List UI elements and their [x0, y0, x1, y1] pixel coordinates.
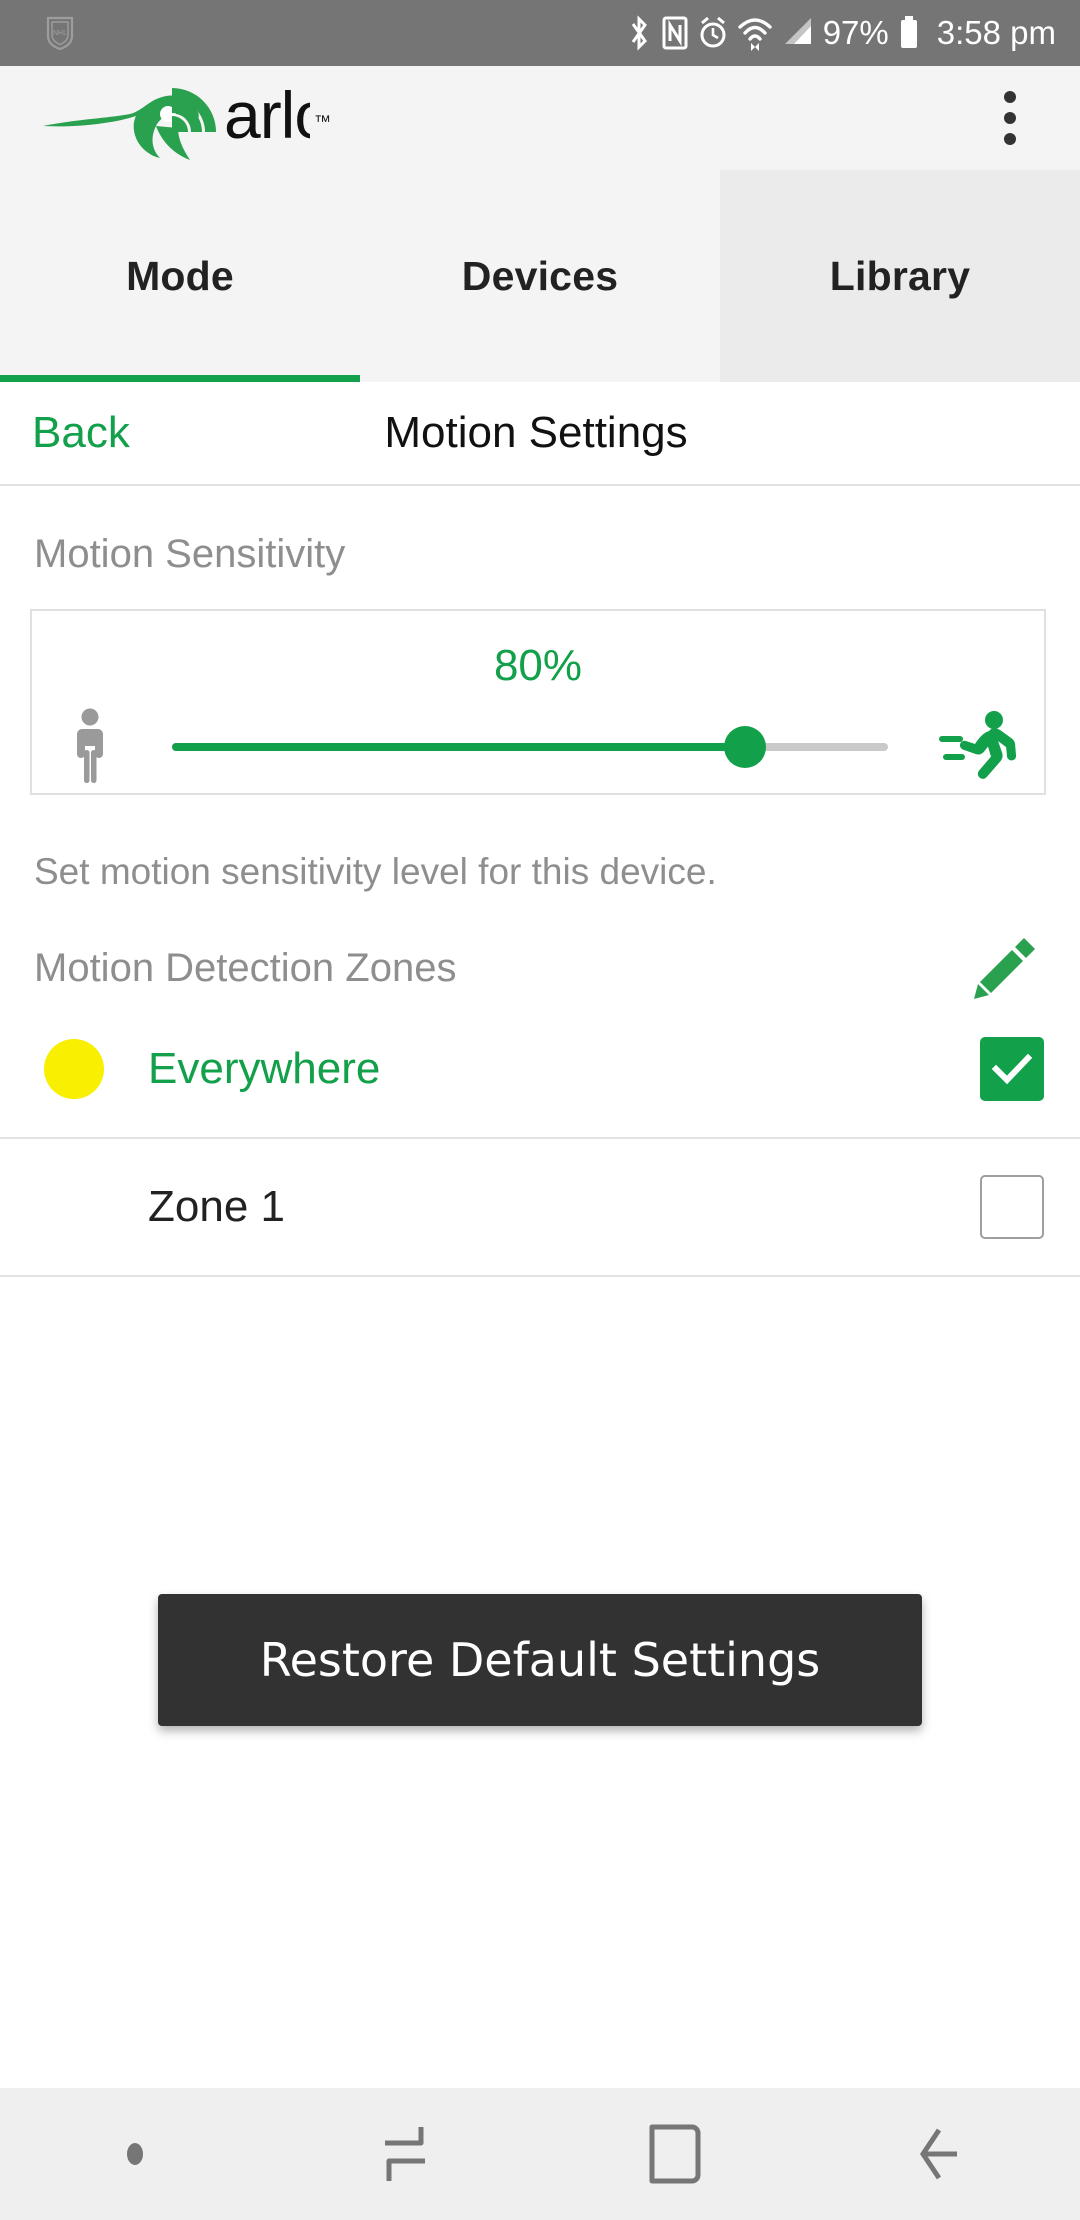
status-bar: NHL — [0, 0, 1080, 66]
status-bar-left: NHL — [0, 16, 120, 50]
sensitivity-value-label: 80% — [32, 641, 1044, 691]
overflow-dot-2 — [1004, 112, 1016, 124]
zone-color-dot-cell — [0, 1039, 148, 1099]
checkbox-unchecked-icon[interactable] — [980, 1175, 1044, 1239]
nfc-icon — [661, 14, 689, 52]
zone-name-label: Zone 1 — [148, 1182, 285, 1232]
nhl-shield-icon: NHL — [45, 16, 75, 50]
page-header: Back Motion Settings — [0, 382, 1080, 486]
status-bar-right: 97% 3:58 pm — [626, 14, 1080, 52]
checkbox-checked-icon[interactable] — [980, 1037, 1044, 1101]
pencil-edit-icon[interactable] — [968, 931, 1042, 1005]
phone-screen: NHL — [0, 0, 1080, 2220]
sensitivity-slider-row — [32, 707, 1044, 787]
tab-bar: Mode Devices Library — [0, 170, 1080, 382]
page-title: Motion Settings — [0, 408, 1080, 458]
svg-text:NHL: NHL — [53, 30, 67, 37]
home-icon — [646, 2121, 704, 2187]
clock-label: 3:58 pm — [937, 14, 1056, 52]
zone-color-dot — [44, 1039, 104, 1099]
arlo-logo[interactable]: arlo ™ — [0, 70, 331, 166]
sensitivity-helper-text: Set motion sensitivity level for this de… — [0, 795, 1080, 893]
motion-zones-header: Motion Detection Zones — [0, 893, 1080, 1001]
alarm-icon — [698, 14, 728, 52]
svg-text:arlo: arlo — [224, 78, 310, 152]
nav-back-button[interactable] — [810, 2121, 1080, 2187]
motion-sensitivity-label: Motion Sensitivity — [0, 486, 1080, 577]
slider-thumb[interactable] — [724, 726, 766, 768]
tab-library[interactable]: Library — [720, 170, 1080, 382]
wifi-icon — [737, 14, 773, 52]
snackbar-message: Restore Default Settings — [260, 1633, 821, 1687]
standing-person-icon — [32, 708, 148, 786]
slider-track-fill — [172, 743, 745, 751]
zone-checkbox-cell[interactable] — [980, 1139, 1044, 1275]
arlo-bird-logo: arlo — [38, 70, 310, 166]
tab-devices-label: Devices — [462, 253, 618, 300]
nav-dot-icon — [127, 2143, 143, 2165]
motion-sensitivity-card: 80% — [30, 609, 1046, 795]
recents-icon — [377, 2121, 433, 2187]
bluetooth-icon — [626, 14, 652, 52]
cellular-signal-icon — [782, 14, 814, 52]
tab-mode[interactable]: Mode — [0, 170, 360, 382]
nav-dot-button[interactable] — [0, 2143, 270, 2165]
back-button[interactable]: Back — [32, 408, 130, 458]
zone-row-everywhere[interactable]: Everywhere — [0, 1001, 1080, 1139]
zone-name-label: Everywhere — [148, 1044, 380, 1094]
nav-recents-button[interactable] — [270, 2121, 540, 2187]
android-nav-bar — [0, 2088, 1080, 2220]
back-arrow-icon — [913, 2121, 977, 2187]
overflow-menu-icon[interactable] — [962, 70, 1058, 166]
sensitivity-slider[interactable] — [148, 717, 912, 777]
overflow-dot-3 — [1004, 133, 1016, 145]
tab-library-label: Library — [830, 253, 970, 300]
settings-content: Back Motion Settings Motion Sensitivity … — [0, 382, 1080, 2088]
app-bar: arlo ™ — [0, 66, 1080, 170]
motion-zones-label: Motion Detection Zones — [34, 946, 456, 991]
zone-row-zone-1[interactable]: Zone 1 — [0, 1139, 1080, 1277]
tab-devices[interactable]: Devices — [360, 170, 720, 382]
overflow-dot-1 — [1004, 91, 1016, 103]
nav-home-button[interactable] — [540, 2121, 810, 2187]
battery-full-icon — [898, 14, 920, 52]
battery-percent-label: 97% — [823, 14, 889, 52]
zone-checkbox-cell[interactable] — [980, 1001, 1044, 1137]
tab-mode-label: Mode — [126, 253, 234, 300]
trademark-symbol: ™ — [314, 112, 331, 132]
restore-default-settings-snackbar[interactable]: Restore Default Settings — [158, 1594, 922, 1726]
running-person-icon — [912, 709, 1044, 785]
